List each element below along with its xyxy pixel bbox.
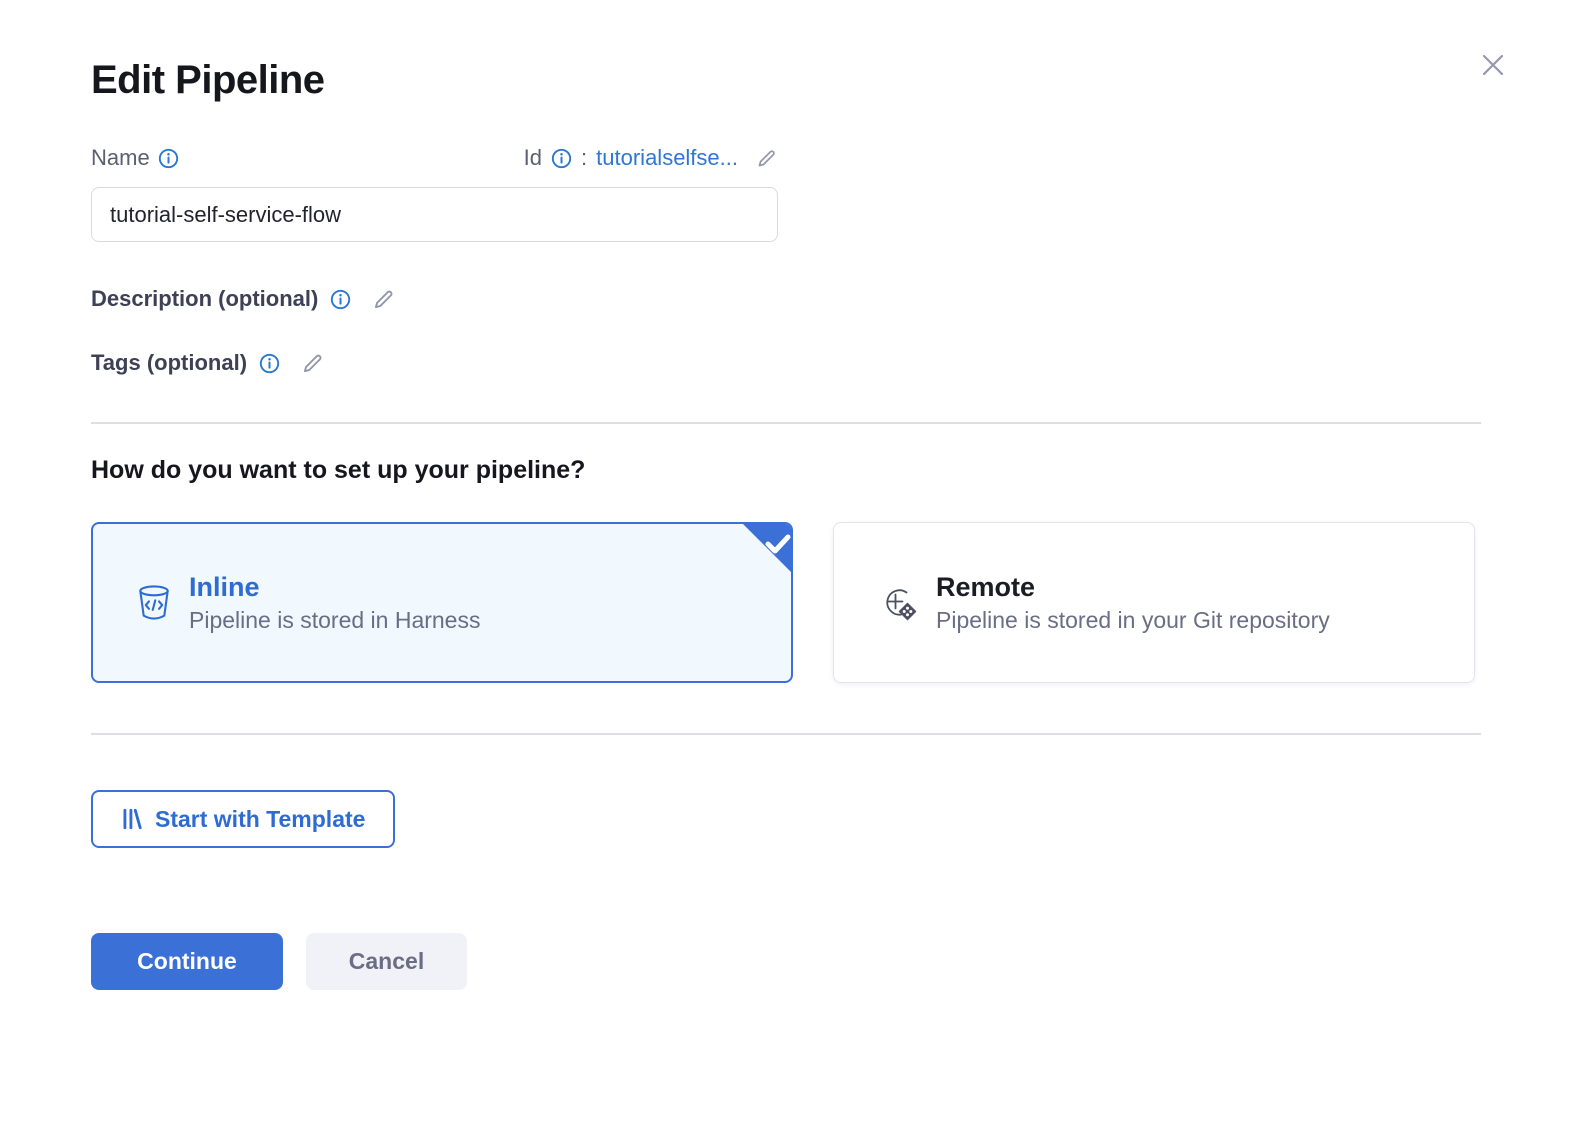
divider [91,733,1481,735]
description-label: Description (optional) [91,286,318,312]
close-x-glyph [1478,50,1508,80]
remote-card-title: Remote [936,572,1330,603]
pipeline-name-input[interactable] [91,187,778,242]
remote-card-description: Pipeline is stored in your Git repositor… [936,607,1330,634]
tags-label: Tags (optional) [91,350,247,376]
info-icon[interactable] [158,148,179,169]
id-value-link[interactable]: tutorialselfse... [596,145,738,171]
page-title: Edit Pipeline [91,0,1594,103]
id-label: Id [524,145,542,171]
template-button-label: Start with Template [155,806,365,833]
inline-card-title: Inline [189,572,480,603]
description-row: Description (optional) [91,286,1594,312]
id-separator: : [581,145,587,171]
edit-id-icon[interactable] [755,147,778,170]
actions-row: Continue Cancel [91,933,1594,990]
pencil-icon [755,147,778,170]
tags-row: Tags (optional) [91,350,1594,376]
info-icon[interactable] [330,289,351,310]
setup-heading: How do you want to set up your pipeline? [91,456,1594,485]
pencil-icon [371,287,396,312]
option-card-remote[interactable]: Remote Pipeline is stored in your Git re… [833,522,1475,683]
storage-option-cards: Inline Pipeline is stored in Harness [91,522,1594,683]
id-cluster: Id : tutorialselfse... [524,145,778,171]
name-label: Name [91,145,150,171]
template-library-icon [121,807,143,831]
cancel-button[interactable]: Cancel [306,933,467,990]
selected-check-icon [739,522,793,576]
remote-git-icon [876,581,920,625]
info-icon[interactable] [259,353,280,374]
edit-pipeline-modal: Edit Pipeline Name Id : tutorialse [0,0,1594,990]
continue-button[interactable]: Continue [91,933,283,990]
info-icon[interactable] [551,148,572,169]
edit-tags-icon[interactable] [300,351,325,376]
option-card-inline[interactable]: Inline Pipeline is stored in Harness [91,522,793,683]
close-icon[interactable] [1476,48,1510,82]
start-with-template-button[interactable]: Start with Template [91,790,395,848]
pencil-icon [300,351,325,376]
inline-bucket-icon [135,583,173,623]
name-id-row: Name Id : tutorialselfse... [91,145,778,171]
edit-description-icon[interactable] [371,287,396,312]
divider [91,422,1481,424]
inline-card-description: Pipeline is stored in Harness [189,607,480,634]
